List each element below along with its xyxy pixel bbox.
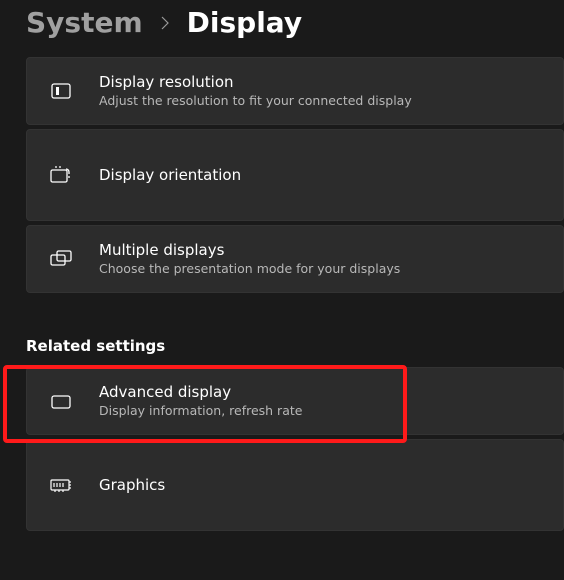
setting-advanced-display[interactable]: Advanced display Display information, re… (26, 367, 564, 435)
setting-display-resolution[interactable]: Display resolution Adjust the resolution… (26, 57, 564, 125)
multiple-displays-icon (49, 247, 73, 271)
breadcrumb-parent[interactable]: System (26, 8, 143, 39)
orientation-icon (49, 163, 73, 187)
setting-title: Display orientation (99, 166, 241, 184)
settings-list-main: Display resolution Adjust the resolution… (0, 57, 564, 293)
setting-multiple-displays[interactable]: Multiple displays Choose the presentatio… (26, 225, 564, 293)
advanced-display-icon (49, 389, 73, 413)
setting-title: Graphics (99, 476, 165, 494)
setting-display-orientation[interactable]: Display orientation (26, 129, 564, 221)
setting-subtitle: Choose the presentation mode for your di… (99, 261, 400, 276)
setting-graphics[interactable]: Graphics (26, 439, 564, 531)
settings-list-related: Advanced display Display information, re… (0, 367, 564, 531)
related-settings-header: Related settings (0, 337, 564, 355)
setting-subtitle: Display information, refresh rate (99, 403, 302, 418)
breadcrumb: System Display (0, 8, 564, 39)
breadcrumb-current: Display (187, 8, 302, 39)
graphics-icon (49, 473, 73, 497)
setting-title: Multiple displays (99, 241, 400, 259)
setting-subtitle: Adjust the resolution to fit your connec… (99, 93, 412, 108)
resolution-icon (49, 79, 73, 103)
setting-title: Advanced display (99, 383, 302, 401)
chevron-right-icon (159, 14, 171, 32)
setting-title: Display resolution (99, 73, 412, 91)
